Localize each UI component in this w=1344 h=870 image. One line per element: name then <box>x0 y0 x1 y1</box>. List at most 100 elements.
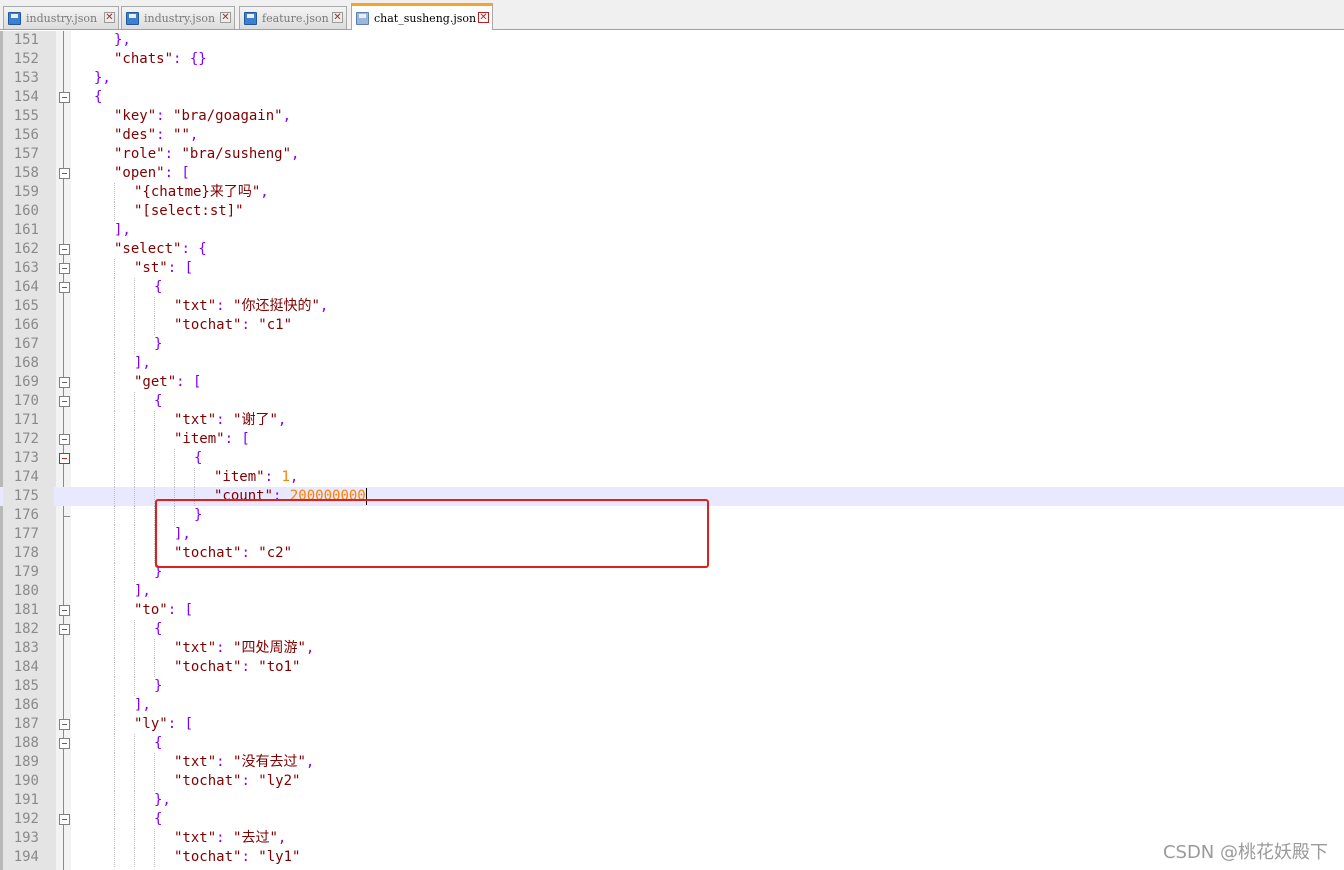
code-line[interactable]: 156 "des": "", <box>0 126 1344 145</box>
save-disk-icon <box>244 11 257 25</box>
code-line[interactable]: 181 "to": [ <box>0 601 1344 620</box>
indent-guide <box>134 335 135 354</box>
code-line[interactable]: 174 "item": 1, <box>0 468 1344 487</box>
code-line[interactable]: 173 { <box>0 449 1344 468</box>
operator-token: , <box>277 830 287 846</box>
indent-guide <box>134 772 135 791</box>
fold-minus-icon[interactable] <box>59 396 70 407</box>
fold-minus-icon[interactable] <box>59 92 70 103</box>
fold-minus-icon[interactable] <box>59 244 70 255</box>
operator-token: : [ <box>167 260 194 276</box>
operator-token: , <box>189 127 199 143</box>
tab-industry-json-2[interactable]: industry.json ✕ <box>121 6 235 29</box>
fold-minus-icon[interactable] <box>59 168 70 179</box>
tab-chat-susheng-json[interactable]: chat_susheng.json ✕ <box>351 3 493 30</box>
code-text: "[select:st]" <box>134 202 244 221</box>
operator-token: : <box>264 469 282 485</box>
code-line[interactable]: 166 "tochat": "c1" <box>0 316 1344 335</box>
code-line[interactable]: 157 "role": "bra/susheng", <box>0 145 1344 164</box>
code-line[interactable]: 164 { <box>0 278 1344 297</box>
line-number: 158 <box>13 165 39 181</box>
fold-minus-icon[interactable] <box>59 434 70 445</box>
code-line[interactable]: 155 "key": "bra/goagain", <box>0 107 1344 126</box>
operator-token: , <box>305 640 315 656</box>
indent-guide <box>114 791 115 810</box>
code-line[interactable]: 188 { <box>0 734 1344 753</box>
tab-feature-json[interactable]: feature.json ✕ <box>239 6 347 29</box>
close-icon[interactable]: ✕ <box>332 12 343 23</box>
code-line[interactable]: 169 "get": [ <box>0 373 1344 392</box>
line-number: 169 <box>13 374 39 390</box>
operator-token: : <box>156 108 174 124</box>
code-line[interactable]: 190 "tochat": "ly2" <box>0 772 1344 791</box>
indent-guide <box>154 468 155 487</box>
code-line[interactable]: 187 "ly": [ <box>0 715 1344 734</box>
code-line[interactable]: 159 "{chatme}来了吗", <box>0 183 1344 202</box>
code-line[interactable]: 167} <box>0 335 1344 354</box>
fold-minus-icon[interactable] <box>59 377 70 388</box>
operator-token: }, <box>154 792 171 808</box>
code-editor[interactable]: 151}, 152 "chats": {} 153}, 154{155 "key": "b… <box>0 31 1344 870</box>
code-line[interactable]: 189 "txt": "没有去过", <box>0 753 1344 772</box>
number-token: 1 <box>281 469 290 485</box>
operator-token: : [ <box>176 374 202 390</box>
operator-token: { <box>94 89 103 105</box>
code-line[interactable]: 152 "chats": {} <box>0 50 1344 69</box>
indent-guide <box>154 848 155 867</box>
code-line[interactable]: 161], <box>0 221 1344 240</box>
code-text: "key": "bra/goagain", <box>114 107 291 126</box>
code-line[interactable]: 160 "[select:st]" <box>0 202 1344 221</box>
code-line[interactable]: 153}, <box>0 69 1344 88</box>
fold-minus-icon[interactable] <box>59 719 70 730</box>
code-line[interactable]: 171 "txt": "谢了", <box>0 411 1344 430</box>
code-line[interactable]: 154 { <box>0 88 1344 107</box>
line-number: 181 <box>13 602 39 618</box>
code-line[interactable]: 163 "st": [ <box>0 259 1344 278</box>
fold-minus-icon[interactable] <box>59 263 70 274</box>
operator-token: , <box>277 412 287 428</box>
code-text: } <box>154 677 162 696</box>
code-line[interactable]: 162 "select": { <box>0 240 1344 259</box>
fold-minus-icon[interactable] <box>59 282 70 293</box>
code-line[interactable]: 191}, <box>0 791 1344 810</box>
code-line[interactable]: 194 "tochat": "ly1" <box>0 848 1344 867</box>
indent-guide <box>114 506 115 525</box>
operator-token: ], <box>114 222 131 238</box>
code-line[interactable]: 185} <box>0 677 1344 696</box>
indent-guide <box>114 202 115 221</box>
fold-minus-icon[interactable] <box>59 814 70 825</box>
code-line[interactable]: 186], <box>0 696 1344 715</box>
string-token: "txt" <box>174 412 217 428</box>
string-token: "tochat" <box>174 773 242 789</box>
code-line[interactable]: 170 { <box>0 392 1344 411</box>
code-line[interactable]: 165 "txt": "你还挺快的", <box>0 297 1344 316</box>
code-line[interactable]: 180], <box>0 582 1344 601</box>
code-text: "tochat": "c1" <box>174 316 292 335</box>
fold-minus-icon[interactable] <box>59 605 70 616</box>
code-line[interactable]: 182 { <box>0 620 1344 639</box>
code-text: { <box>154 392 162 411</box>
code-line[interactable]: 192 { <box>0 810 1344 829</box>
code-text: "txt": "四处周游", <box>174 639 314 658</box>
tab-industry-json-1[interactable]: industry.json ✕ <box>3 6 119 29</box>
code-line[interactable]: 158 "open": [ <box>0 164 1344 183</box>
string-token: "" <box>173 127 190 143</box>
code-line[interactable]: 183 "txt": "四处周游", <box>0 639 1344 658</box>
indent-guide <box>114 734 115 753</box>
code-line[interactable]: 193 "txt": "去过", <box>0 829 1344 848</box>
fold-minus-icon[interactable] <box>59 453 70 464</box>
indent-guide <box>134 297 135 316</box>
fold-minus-icon[interactable] <box>59 624 70 635</box>
code-line[interactable]: 172 "item": [ <box>0 430 1344 449</box>
indent-guide <box>134 810 135 829</box>
code-line[interactable]: 168], <box>0 354 1344 373</box>
code-line[interactable]: 151}, <box>0 31 1344 50</box>
close-icon[interactable]: ✕ <box>478 12 489 23</box>
tab-label: chat_susheng.json <box>374 11 477 25</box>
close-icon[interactable]: ✕ <box>220 12 231 23</box>
indent-guide <box>154 316 155 335</box>
operator-token: : <box>241 659 259 675</box>
code-line[interactable]: 184 "tochat": "to1" <box>0 658 1344 677</box>
close-icon[interactable]: ✕ <box>104 12 115 23</box>
fold-minus-icon[interactable] <box>59 738 70 749</box>
